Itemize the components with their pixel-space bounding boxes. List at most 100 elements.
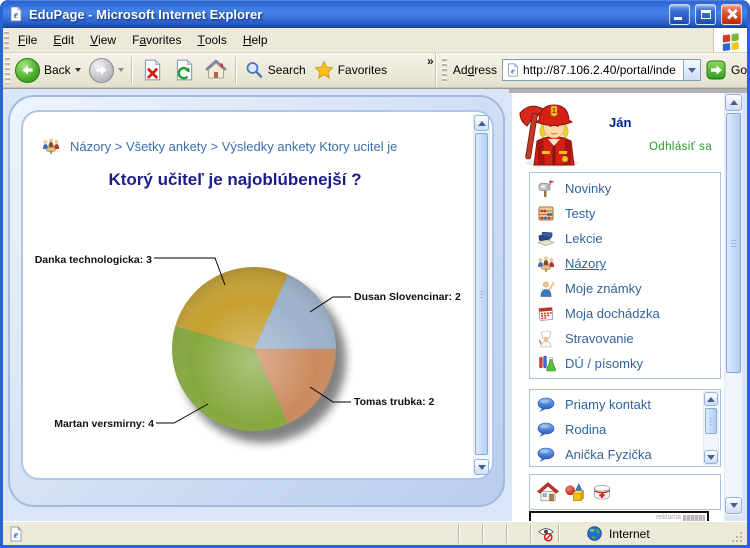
sidebar-item-label: Novinky — [565, 181, 611, 196]
poll-title: Ktorý učiteľ je najoblúbenejší ? — [23, 170, 447, 190]
sidebar-item-novinky[interactable]: Novinky — [530, 176, 720, 201]
toolbar-separator — [131, 57, 133, 84]
breadcrumb-text[interactable]: Názory > Všetky ankety > Výsledky ankety… — [70, 139, 397, 154]
mailbox-icon — [536, 179, 556, 199]
menu-view[interactable]: View — [82, 28, 124, 52]
sidebar-item-n-zory[interactable]: Názory — [530, 251, 720, 276]
sidebar-item-moja-doch-dzka[interactable]: Moja dochádzka — [530, 301, 720, 326]
privacy-blocked-eye-icon — [537, 525, 555, 543]
search-button[interactable]: Search — [240, 60, 310, 80]
maximize-icon — [701, 10, 711, 19]
sidebar-menu: Novinky TestyLekcie Názory Moje známkyMoja … — [529, 172, 721, 379]
main-scrollbar[interactable] — [724, 93, 743, 516]
resize-grip[interactable] — [731, 522, 745, 545]
chat-bubble-icon — [536, 445, 556, 465]
firefighter-avatar-icon: 1 — [518, 97, 590, 169]
maximize-button[interactable] — [695, 4, 716, 25]
go-button[interactable] — [706, 60, 726, 80]
menu-favorites[interactable]: Favorites — [124, 28, 189, 52]
forward-dropdown-icon[interactable] — [118, 68, 124, 72]
zone-label: Internet — [609, 527, 650, 541]
books-icon — [536, 229, 556, 249]
back-dropdown-icon[interactable] — [75, 68, 81, 72]
chevron-down-icon — [478, 465, 486, 470]
security-zone-pane: Internet — [559, 525, 731, 543]
scrollbar-thumb[interactable] — [475, 133, 488, 455]
close-icon — [726, 8, 738, 20]
address-dropdown-button[interactable] — [683, 60, 700, 80]
pie-label: Danka technologicka: 3 — [35, 254, 152, 266]
menu-file[interactable]: File — [10, 28, 45, 52]
menu-help[interactable]: Help — [235, 28, 276, 52]
refresh-button[interactable] — [168, 58, 200, 82]
contact-ani-ka-fyzi-ka[interactable]: Anička Fyzička — [530, 442, 702, 467]
toolbar-grip[interactable] — [5, 57, 10, 84]
scroll-down-button[interactable] — [474, 459, 489, 475]
sidebar-item-moje-zn-mky[interactable]: Moje známky — [530, 276, 720, 301]
contacts-scrollbar[interactable] — [703, 391, 719, 465]
scroll-up-button[interactable] — [725, 94, 742, 111]
user-name: Ján — [609, 115, 631, 130]
scroll-down-button[interactable] — [725, 497, 742, 514]
home-button[interactable] — [200, 58, 232, 82]
menu-bar: FileEditViewFavoritesToolsHelp — [3, 28, 747, 53]
first-aid-icon[interactable] — [590, 480, 614, 504]
scrollbar-thumb[interactable] — [705, 408, 717, 434]
menu-grip[interactable] — [4, 31, 9, 49]
chevron-up-icon — [478, 121, 486, 126]
ie-page-icon: e — [506, 63, 520, 77]
back-button[interactable]: Back — [11, 58, 85, 83]
svg-text:e: e — [14, 530, 19, 541]
student-icon — [536, 279, 556, 299]
go-label[interactable]: Go — [731, 63, 747, 77]
home-icon[interactable] — [536, 480, 560, 504]
scroll-up-button[interactable] — [704, 392, 718, 406]
toolbar: Back — [3, 53, 747, 88]
minimize-button[interactable] — [669, 4, 690, 25]
sidebar-item-stravovanie[interactable]: Stravovanie — [530, 326, 720, 351]
menu-edit[interactable]: Edit — [45, 28, 82, 52]
chevron-up-icon — [707, 397, 715, 402]
menu-tools[interactable]: Tools — [189, 28, 234, 52]
sidebar-item-lekcie[interactable]: Lekcie — [530, 226, 720, 251]
sidebar-item-testy[interactable]: Testy — [530, 201, 720, 226]
chef-icon — [536, 329, 556, 349]
contact-rodina[interactable]: Rodina — [530, 417, 702, 442]
panel-scrollbar[interactable] — [473, 114, 490, 476]
sidebar-item-d-p-somky[interactable]: DÚ / písomky — [530, 351, 720, 376]
search-icon — [244, 60, 264, 80]
close-button[interactable] — [721, 4, 742, 25]
stop-button[interactable] — [136, 58, 168, 82]
people-icon — [41, 136, 61, 156]
home-icon — [204, 58, 228, 82]
favorites-label: Favorites — [338, 63, 387, 77]
scroll-up-button[interactable] — [474, 115, 489, 131]
sidebar-item-label: Názory — [565, 256, 606, 271]
ie-page-icon: e — [8, 6, 24, 22]
shortcut-icons-box — [529, 474, 721, 510]
forward-button[interactable] — [85, 58, 128, 83]
pie-chart-svg: Danka technologicka: 3Dusan Slovencinar:… — [31, 224, 481, 469]
breadcrumb: Názory > Všetky ankety > Výsledky ankety… — [41, 136, 397, 156]
shapes-icon[interactable] — [563, 480, 587, 504]
contact-priamy-kontakt[interactable]: Priamy kontakt — [530, 392, 702, 417]
people-icon — [536, 254, 556, 274]
logout-link[interactable]: Odhlásiť sa — [649, 141, 712, 153]
address-input[interactable] — [523, 63, 680, 77]
address-grip[interactable] — [442, 58, 447, 83]
chat-bubble-icon — [536, 395, 556, 415]
menu-items: FileEditViewFavoritesToolsHelp — [10, 28, 276, 52]
scrollbar-thumb[interactable] — [726, 113, 741, 373]
ad-brand-blocks — [683, 515, 705, 521]
toolbar-overflow-chevron[interactable]: » — [427, 54, 434, 68]
favorites-button[interactable]: Favorites — [310, 60, 391, 80]
forward-icon — [89, 58, 114, 83]
address-input-box: e — [502, 59, 701, 81]
chevron-down-icon — [688, 68, 696, 73]
pie-chart: Danka technologicka: 3Dusan Slovencinar:… — [31, 224, 481, 469]
ad-banner[interactable]: reklama — [529, 511, 709, 521]
privacy-pane — [531, 525, 559, 543]
ie-page-icon: e — [8, 526, 24, 542]
address-bar: Address e Go — [436, 53, 747, 87]
scroll-down-button[interactable] — [704, 450, 718, 464]
